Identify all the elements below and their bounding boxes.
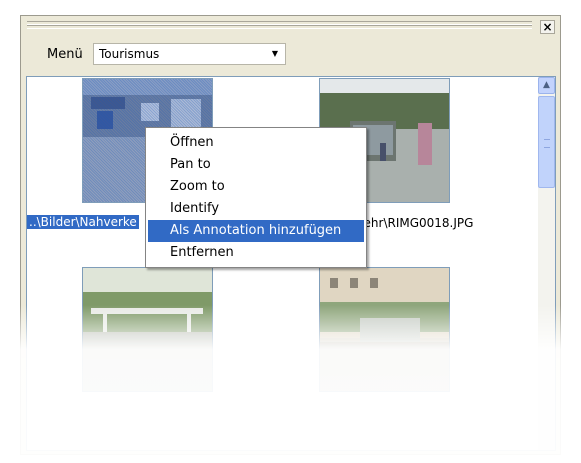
menu-item-add-annotation[interactable]: Als Annotation hinzufügen <box>148 220 364 242</box>
reflection-fade <box>0 305 581 463</box>
scroll-up-button[interactable]: ▲ <box>538 77 555 94</box>
close-icon: × <box>542 20 553 34</box>
menu-item-zoom-to[interactable]: Zoom to <box>148 176 364 198</box>
thumbnail-caption: ..\Bilder\Nahverke <box>27 215 139 229</box>
layer-select[interactable]: Tourismus ▼ <box>93 43 286 65</box>
thumbnail-caption: kehr\RIMG0018.JPG <box>357 216 474 230</box>
menu-item-pan-to[interactable]: Pan to <box>148 154 364 176</box>
dropdown-arrow-icon[interactable]: ▼ <box>267 46 283 62</box>
menu-item-identify[interactable]: Identify <box>148 198 364 220</box>
menu-item-remove[interactable]: Entfernen <box>148 242 364 264</box>
context-menu: Öffnen Pan to Zoom to Identify Als Annot… <box>145 127 367 268</box>
title-grip-line <box>27 25 532 29</box>
menu-item-open[interactable]: Öffnen <box>148 132 364 154</box>
scrollbar-grip-icon <box>544 139 550 148</box>
layer-select-value: Tourismus <box>99 47 160 61</box>
chevron-up-icon: ▲ <box>543 80 550 90</box>
close-button[interactable]: × <box>540 20 555 34</box>
scrollbar-thumb[interactable] <box>538 96 555 188</box>
menu-button[interactable]: Menü <box>47 47 83 62</box>
